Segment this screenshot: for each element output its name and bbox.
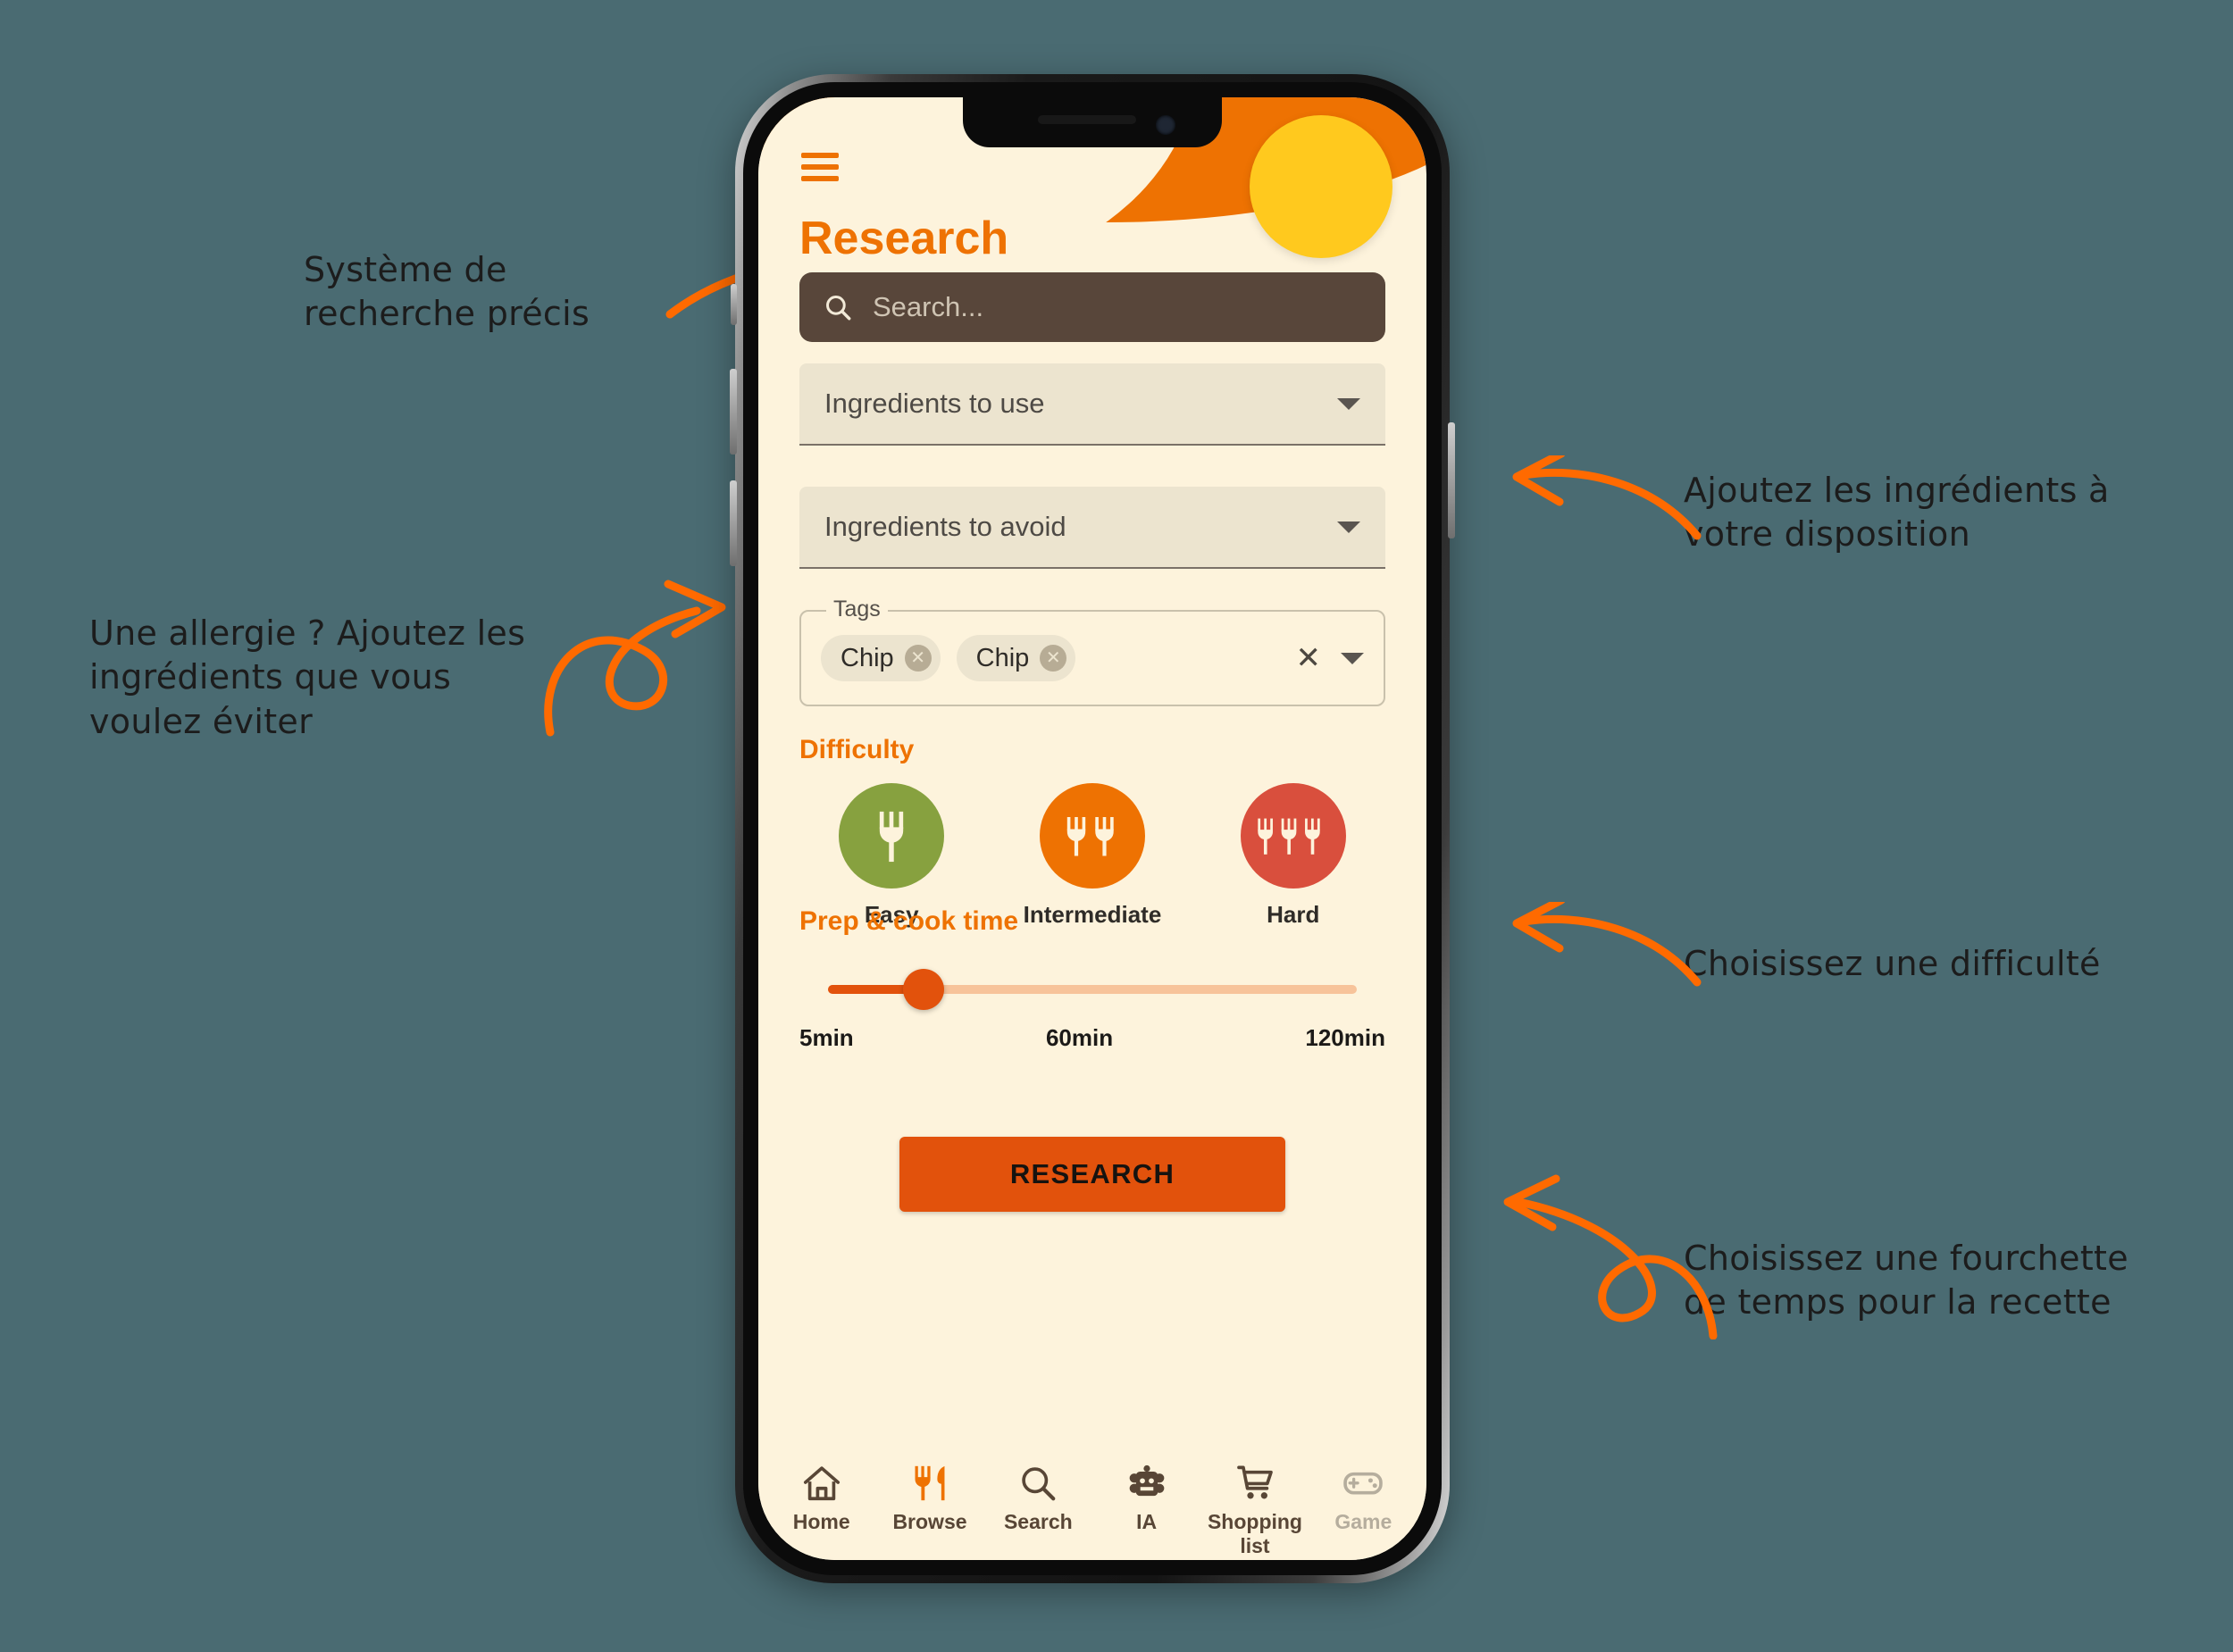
research-button[interactable]: RESEARCH (899, 1137, 1285, 1212)
fork-icon (1066, 817, 1114, 856)
nav-label-browse: Browse (892, 1510, 967, 1533)
annotation-choose-time-range: Choisissez une fourchette de temps pour … (1684, 1239, 2128, 1322)
prep-time-max-label: 120min (1305, 1024, 1385, 1051)
phone-power-button[interactable] (1448, 422, 1455, 538)
ingredients-to-use-label: Ingredients to use (824, 388, 1045, 419)
prep-time-labels: 5min 60min 120min (799, 1024, 1385, 1052)
difficulty-title: Difficulty (799, 735, 915, 764)
nav-item-search[interactable]: Search (984, 1460, 1091, 1534)
home-icon (768, 1460, 875, 1506)
nav-label-game: Game (1334, 1510, 1392, 1533)
difficulty-hard-circle (1240, 783, 1346, 889)
robot-icon (1093, 1460, 1200, 1506)
search-bar[interactable] (799, 272, 1385, 342)
annotation-allergy: Une allergie ? Ajoutez les ingrédients q… (89, 613, 526, 741)
nav-label-shopping-list: Shopping list (1207, 1510, 1302, 1557)
tags-field[interactable]: Tags Chip ✕ Chip ✕ ✕ (799, 597, 1385, 706)
cart-icon (1201, 1460, 1309, 1506)
annotation-choose-difficulty: Choisissez une difficulté (1684, 944, 2101, 983)
nav-label-ia: IA (1136, 1510, 1158, 1533)
nav-label-home: Home (792, 1510, 850, 1533)
close-circle-icon[interactable]: ✕ (1040, 645, 1067, 672)
prep-time-slider-thumb[interactable] (902, 969, 944, 1010)
nav-item-game[interactable]: Game (1309, 1460, 1417, 1534)
annotation-add-ingredients: Ajoutez les ingrédients à votre disposit… (1684, 471, 2110, 555)
bottom-navigation: Home Browse Search IA Shopping list Game (758, 1444, 1426, 1560)
nav-label-search: Search (1003, 1510, 1073, 1533)
difficulty-easy-circle (839, 783, 945, 889)
annotation-search-system: Système de recherche précis (304, 250, 590, 334)
prep-time-min-label: 5min (799, 1024, 854, 1051)
chevron-down-icon (1337, 521, 1360, 533)
phone-volume-down[interactable] (730, 480, 737, 566)
phone-mockup: Research Ingredients to use Ingredients … (730, 74, 1455, 1583)
difficulty-hard-label: Hard (1267, 901, 1320, 928)
arrow-to-difficulty (1512, 902, 1702, 987)
gamepad-icon (1309, 1460, 1417, 1506)
difficulty-intermediate-label: Intermediate (1023, 901, 1162, 928)
front-camera (1156, 115, 1175, 135)
arrow-to-ingredients-use (1512, 455, 1702, 540)
page-title: Research (799, 213, 1009, 264)
prep-time-mid-label: 60min (1045, 1024, 1114, 1051)
tag-chip[interactable]: Chip ✕ (821, 635, 941, 681)
ingredients-to-avoid-label: Ingredients to avoid (824, 511, 1066, 542)
nav-item-ia[interactable]: IA (1093, 1460, 1200, 1534)
tags-legend: Tags (826, 597, 888, 622)
phone-screen: Research Ingredients to use Ingredients … (758, 97, 1426, 1560)
phone-notch (963, 97, 1222, 147)
prep-cook-time-title: Prep & cook time (799, 906, 1019, 936)
prep-time-slider-wrap: 5min 60min 120min (799, 969, 1385, 1051)
difficulty-intermediate-circle (1039, 783, 1145, 889)
chevron-down-icon (1337, 397, 1360, 410)
prep-time-slider[interactable] (828, 969, 1357, 1010)
ingredients-to-use-select[interactable]: Ingredients to use (799, 363, 1385, 446)
chevron-down-icon[interactable] (1341, 652, 1364, 664)
fork-icon (1258, 818, 1320, 855)
cutlery-icon (876, 1460, 983, 1506)
difficulty-option-hard[interactable]: Hard (1240, 783, 1346, 929)
nav-item-browse[interactable]: Browse (876, 1460, 983, 1534)
tags-actions: ✕ (1296, 643, 1364, 673)
search-input[interactable] (873, 291, 1385, 323)
header-yellow-circle (1250, 115, 1392, 258)
search-icon (984, 1460, 1091, 1506)
nav-item-shopping-list[interactable]: Shopping list (1201, 1460, 1309, 1558)
search-icon (826, 296, 851, 321)
phone-mute-switch[interactable] (731, 284, 737, 325)
ingredients-to-avoid-select[interactable]: Ingredients to avoid (799, 487, 1385, 569)
tag-chip[interactable]: Chip ✕ (956, 635, 1076, 681)
tag-chip-label: Chip (975, 643, 1030, 672)
tag-chip-label: Chip (841, 643, 894, 672)
earpiece-speaker (1038, 115, 1136, 124)
fork-icon (880, 811, 904, 863)
nav-item-home[interactable]: Home (768, 1460, 875, 1534)
phone-volume-up[interactable] (730, 369, 737, 455)
difficulty-option-intermediate[interactable]: Intermediate (1023, 783, 1162, 929)
screen-content: Ingredients to use Ingredients to avoid … (758, 272, 1426, 1560)
clear-tags-icon[interactable]: ✕ (1296, 643, 1322, 673)
hamburger-menu-icon[interactable] (801, 153, 839, 181)
close-circle-icon[interactable]: ✕ (904, 645, 932, 672)
